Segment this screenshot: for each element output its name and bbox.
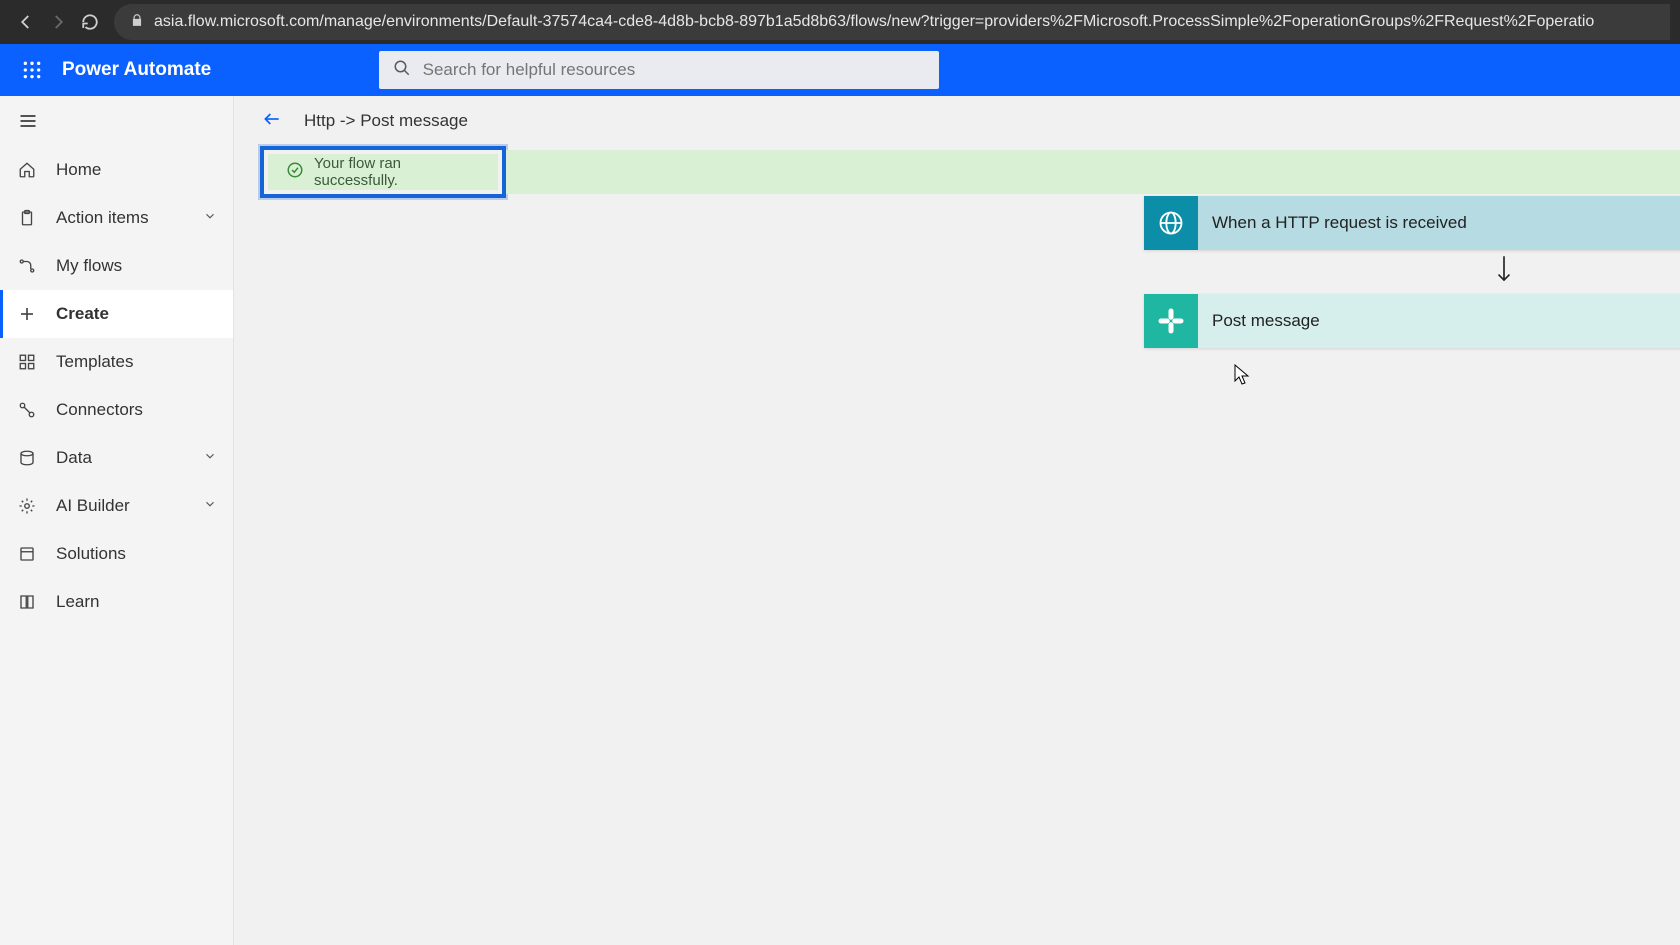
check-circle-icon — [286, 161, 304, 184]
arrow-down-icon — [1493, 253, 1515, 292]
flow-step-title: When a HTTP request is received — [1198, 213, 1680, 233]
chevron-down-icon — [203, 208, 217, 228]
flow-step-http-request[interactable]: When a HTTP request is received 0s — [1144, 196, 1680, 250]
sidebar-item-my-flows[interactable]: My flows — [0, 242, 233, 290]
sidebar-item-label: Learn — [56, 592, 99, 612]
forward-button[interactable] — [42, 6, 74, 38]
sidebar-item-label: Templates — [56, 352, 133, 372]
app-launcher-button[interactable] — [14, 52, 50, 88]
url-text: asia.flow.microsoft.com/manage/environme… — [154, 13, 1594, 31]
connectors-icon — [18, 401, 46, 419]
browser-bar: asia.flow.microsoft.com/manage/environme… — [0, 0, 1680, 44]
lock-icon — [130, 13, 144, 32]
http-icon — [1144, 196, 1198, 250]
search-input[interactable] — [423, 60, 925, 80]
clipboard-icon — [18, 209, 46, 227]
address-bar[interactable]: asia.flow.microsoft.com/manage/environme… — [114, 4, 1670, 40]
designer-canvas: Http -> Post message Your flow ran succe… — [234, 96, 1680, 945]
sidebar-item-label: AI Builder — [56, 496, 130, 516]
slack-icon — [1144, 294, 1198, 348]
arrow-left-icon — [17, 13, 35, 31]
chevron-down-icon — [203, 496, 217, 516]
learn-icon — [18, 593, 46, 611]
sidebar-item-label: My flows — [56, 256, 122, 276]
sidebar-item-home[interactable]: Home — [0, 146, 233, 194]
success-banner-tail — [506, 150, 1680, 194]
search-icon — [393, 59, 411, 82]
back-button[interactable] — [262, 109, 282, 134]
reload-icon — [81, 13, 99, 31]
sidebar-item-label: Data — [56, 448, 92, 468]
home-icon — [18, 161, 46, 179]
hamburger-icon — [18, 111, 38, 131]
templates-icon — [18, 353, 46, 371]
flow-step-title: Post message — [1198, 311, 1680, 331]
search-box[interactable] — [379, 51, 939, 89]
sidebar-item-action-items[interactable]: Action items — [0, 194, 233, 242]
sidebar-item-ai-builder[interactable]: AI Builder — [0, 482, 233, 530]
success-banner-highlight: Your flow ran successfully. — [260, 146, 506, 198]
back-button[interactable] — [10, 6, 42, 38]
sidebar-item-data[interactable]: Data — [0, 434, 233, 482]
app-header: Power Automate — [0, 44, 1680, 96]
sidebar-item-label: Connectors — [56, 400, 143, 420]
flow-title: Http -> Post message — [304, 111, 468, 131]
success-banner: Your flow ran successfully. — [268, 154, 498, 190]
arrow-left-icon — [262, 109, 282, 129]
sidebar-item-label: Create — [56, 304, 109, 324]
success-banner-text: Your flow ran successfully. — [314, 155, 480, 189]
ai-builder-icon — [18, 497, 46, 515]
sidebar-item-label: Home — [56, 160, 101, 180]
mouse-cursor-icon — [1234, 364, 1250, 386]
solutions-icon — [18, 545, 46, 563]
nav-toggle-button[interactable] — [18, 111, 38, 136]
reload-button[interactable] — [74, 6, 106, 38]
plus-icon — [18, 305, 46, 323]
flows-icon — [18, 257, 46, 275]
arrow-right-icon — [49, 13, 67, 31]
chevron-down-icon — [203, 448, 217, 468]
data-icon — [18, 449, 46, 467]
sidebar-item-connectors[interactable]: Connectors — [0, 386, 233, 434]
flow-step-post-message[interactable]: Post message 1s — [1144, 294, 1680, 348]
sidebar-item-create[interactable]: Create — [0, 290, 233, 338]
sidebar-item-label: Solutions — [56, 544, 126, 564]
product-name: Power Automate — [62, 59, 211, 81]
waffle-icon — [22, 60, 42, 80]
sidebar-item-label: Action items — [56, 208, 149, 228]
sidebar-item-solutions[interactable]: Solutions — [0, 530, 233, 578]
sidebar: Home Action items My flows Create Templa… — [0, 96, 234, 945]
sidebar-item-learn[interactable]: Learn — [0, 578, 233, 626]
sidebar-item-templates[interactable]: Templates — [0, 338, 233, 386]
